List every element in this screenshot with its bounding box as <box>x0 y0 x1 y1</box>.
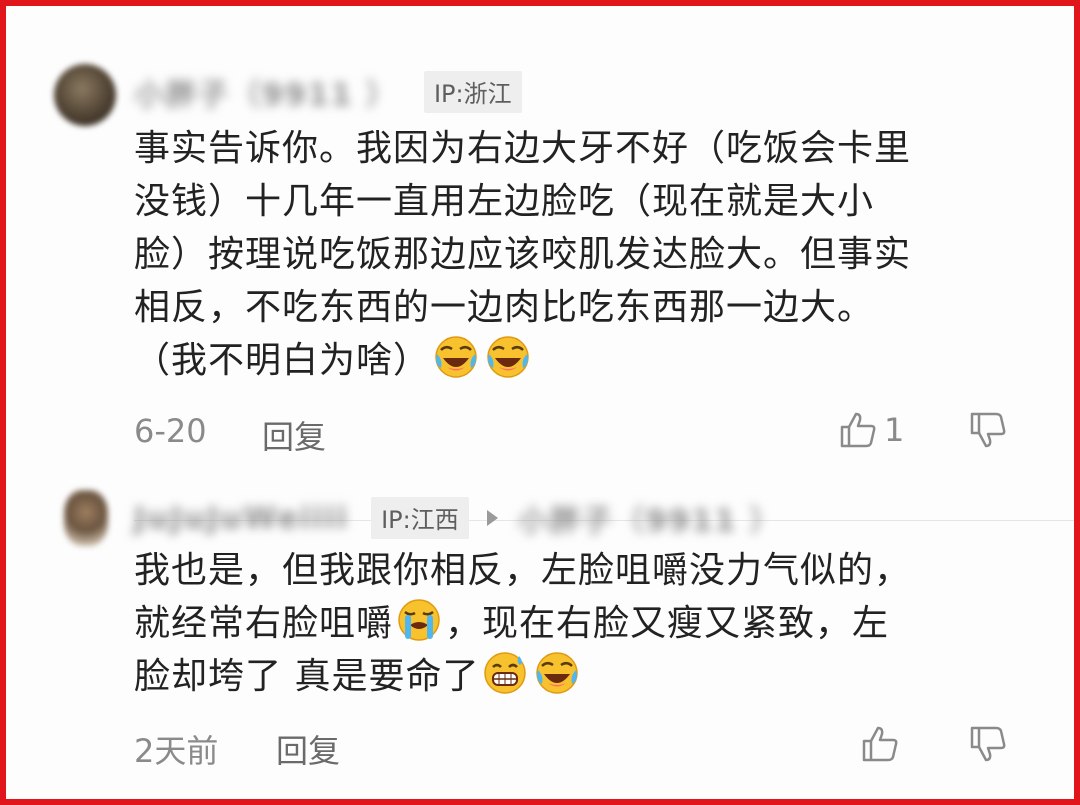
username[interactable]: JuJuJuWeiiii <box>134 501 349 536</box>
comment-date: 6-20 <box>134 412 207 450</box>
reply-to-arrow-icon <box>486 510 498 526</box>
comment-header: 小胖子（9911 ） IP:浙江 <box>134 70 522 114</box>
comment-line-text: ，现在右脸又瘦又紧致，左 <box>445 603 890 644</box>
comment-text: 事实告诉你。我因为右边大牙不好（吃饭会卡里 没钱）十几年一直用左边脸吃（现在就是… <box>134 122 1014 387</box>
avatar[interactable] <box>54 64 116 126</box>
comment-line-text: （我不明白为啥） <box>134 340 431 381</box>
thumbs-up-icon <box>838 410 878 450</box>
comment-line: 相反，不吃东西的一边肉比吃东西那一边大。 <box>134 287 875 328</box>
reply-button[interactable]: 回复 <box>262 412 326 458</box>
thumbs-down-icon[interactable] <box>968 410 1008 450</box>
comment-line: （我不明白为啥） <box>134 334 1014 387</box>
comment-date: 2天前 <box>134 732 219 770</box>
rolling-on-floor-laughing-icon <box>433 334 479 380</box>
screenshot-frame: 小胖子（9911 ） IP:浙江 事实告诉你。我因为右边大牙不好（吃饭会卡里 没… <box>0 0 1080 805</box>
ip-location-badge: IP:浙江 <box>423 71 522 113</box>
crying-face-icon <box>396 597 442 643</box>
rolling-on-floor-laughing-icon <box>485 334 531 380</box>
reply-button[interactable]: 回复 <box>276 726 340 772</box>
username[interactable]: 小胖子（9911 ） <box>134 70 398 114</box>
comment-line-text: 就经常右脸咀嚼 <box>134 603 394 644</box>
thumbs-up-icon <box>860 724 900 764</box>
comment-line-text: 脸却垮了 真是要命了 <box>134 656 480 697</box>
like-count: 1 <box>884 411 905 449</box>
rolling-on-floor-laughing-icon <box>534 650 580 696</box>
like-button[interactable] <box>860 724 900 764</box>
comment-line: 事实告诉你。我因为右边大牙不好（吃饭会卡里 <box>134 128 912 169</box>
reply-to-username[interactable]: 小胖子（9911 ） <box>518 496 782 540</box>
grinning-sweat-icon <box>482 650 528 696</box>
comment-line: 脸）按理说吃饭那边应该咬肌发达脸大。但事实 <box>134 234 912 275</box>
comment-line: 脸却垮了 真是要命了 <box>134 650 1014 703</box>
avatar[interactable] <box>64 490 108 546</box>
comment-line: 没钱）十几年一直用左边脸吃（现在就是大小 <box>134 181 875 222</box>
comment-header: JuJuJuWeiiii IP:江西 小胖子（9911 ） <box>134 496 808 540</box>
comment-meta: 6-20 回复 1 <box>134 406 1014 456</box>
thumbs-down-icon[interactable] <box>968 724 1008 764</box>
like-button[interactable]: 1 <box>838 410 904 450</box>
comment-text: 我也是，但我跟你相反，左脸咀嚼没力气似的， 就经常右脸咀嚼 ，现在右脸又瘦又紧致，… <box>134 544 1014 703</box>
ip-location-badge: IP:江西 <box>371 497 469 539</box>
comment-line: 我也是，但我跟你相反，左脸咀嚼没力气似的， <box>134 550 912 591</box>
comment-line: 就经常右脸咀嚼 ，现在右脸又瘦又紧致，左 <box>134 597 1014 650</box>
comment-meta: 2天前 回复 <box>134 720 1014 770</box>
